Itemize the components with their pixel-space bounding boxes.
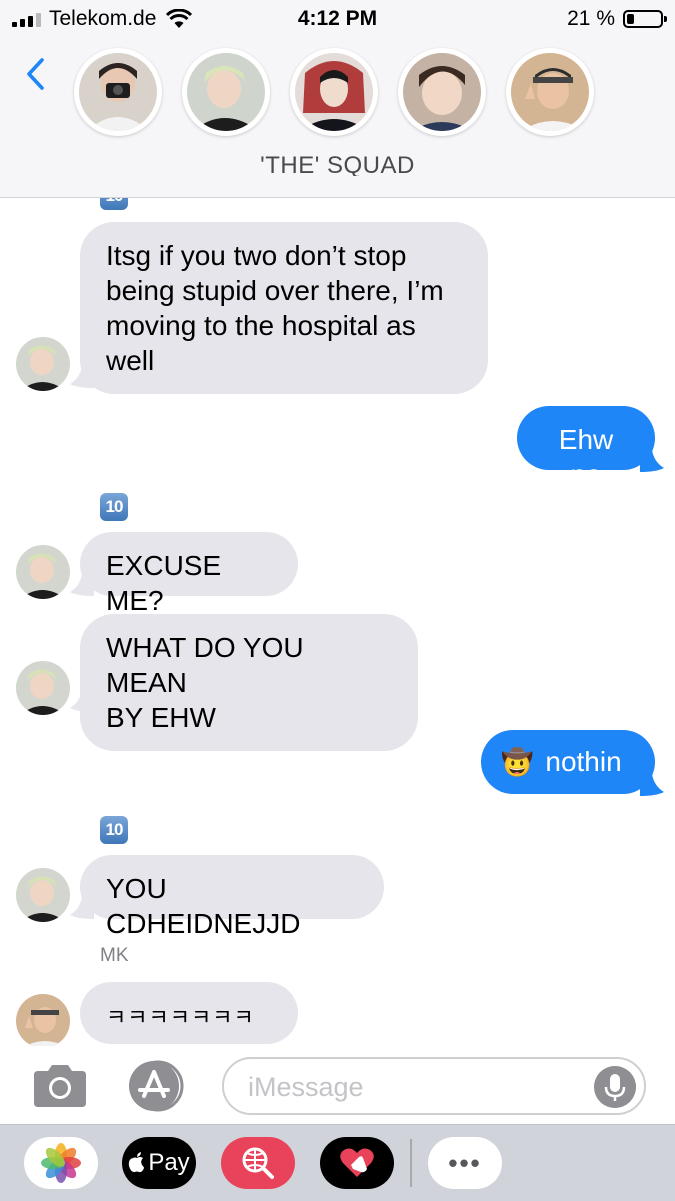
status-bar: Telekom.de 4:12 PM 21 % bbox=[0, 0, 675, 38]
heart-touch-icon bbox=[340, 1148, 374, 1177]
battery-percentage: 21 % bbox=[567, 7, 615, 30]
member-photo-2 bbox=[187, 53, 265, 131]
member-photo-4 bbox=[403, 53, 481, 131]
conversation-header: Telekom.de 4:12 PM 21 % 'THE' SQUAD bbox=[0, 0, 675, 197]
group-avatars[interactable] bbox=[74, 48, 594, 142]
apple-pay-button[interactable]: Pay bbox=[122, 1137, 196, 1189]
message-input[interactable] bbox=[246, 1069, 590, 1105]
message-line: WHAT DO YOU MEAN bbox=[106, 632, 304, 698]
cowboy-emoji: 🤠 bbox=[501, 747, 534, 777]
message-text: YOU CDHEIDNEJJD bbox=[106, 873, 301, 939]
message-text: nothin bbox=[545, 746, 622, 777]
keycap-ten-emoji: 10 bbox=[100, 816, 128, 844]
incoming-message[interactable]: ㅋㅋㅋㅋㅋㅋㅋ bbox=[80, 982, 298, 1044]
member-photo-3 bbox=[295, 53, 373, 131]
message-text: ㅋㅋㅋㅋㅋㅋㅋ bbox=[106, 1005, 255, 1030]
message-text: EXCUSE ME? bbox=[106, 550, 222, 616]
incoming-message[interactable]: WHAT DO YOU MEAN BY EHW bbox=[80, 614, 418, 751]
member-photo-1 bbox=[79, 53, 157, 131]
bubble-tail bbox=[70, 366, 94, 388]
message-text: Ehw no bbox=[558, 424, 614, 490]
member-avatar-4[interactable] bbox=[398, 48, 486, 136]
message-line: BY EHW bbox=[106, 702, 216, 733]
imessage-field[interactable] bbox=[222, 1057, 646, 1115]
back-chevron-icon[interactable] bbox=[22, 54, 52, 94]
header-bottom-edge bbox=[0, 176, 675, 198]
message-line: being stupid over there, I’m bbox=[106, 275, 444, 306]
message-line: Itsg if you two don’t stop bbox=[106, 240, 407, 271]
incoming-message[interactable]: Itsg if you two don’t stop being stupid … bbox=[80, 222, 488, 394]
photos-app-button[interactable] bbox=[24, 1137, 98, 1189]
more-icon: ••• bbox=[448, 1147, 482, 1178]
member-avatar-1[interactable] bbox=[74, 48, 162, 136]
sender-avatar[interactable] bbox=[16, 994, 70, 1048]
message-line: well bbox=[106, 345, 155, 376]
member-avatar-5[interactable] bbox=[506, 48, 594, 136]
bubble-tail bbox=[70, 574, 94, 596]
outgoing-message[interactable]: 🤠 nothin bbox=[481, 730, 655, 794]
incoming-message[interactable]: YOU CDHEIDNEJJD bbox=[80, 855, 384, 939]
member-avatar-2[interactable] bbox=[182, 48, 270, 136]
message-line: moving to the hospital as bbox=[106, 310, 416, 341]
camera-icon[interactable] bbox=[30, 1063, 90, 1109]
sender-avatar[interactable] bbox=[16, 337, 70, 391]
photos-icon bbox=[41, 1143, 81, 1183]
bubble-tail bbox=[70, 897, 94, 919]
outgoing-message[interactable]: Ehw no bbox=[517, 406, 655, 490]
apple-pay-label: Pay bbox=[148, 1149, 190, 1176]
bubble-tail bbox=[640, 774, 664, 796]
status-right: 21 % bbox=[567, 7, 667, 31]
image-search-app-button[interactable] bbox=[221, 1137, 295, 1189]
apple-logo-icon bbox=[129, 1152, 145, 1173]
app-drawer: Pay ••• bbox=[0, 1124, 675, 1201]
globe-search-icon bbox=[242, 1147, 274, 1179]
member-avatar-3[interactable] bbox=[290, 48, 378, 136]
more-apps-button[interactable]: ••• bbox=[428, 1137, 502, 1189]
sender-avatar[interactable] bbox=[16, 661, 70, 715]
bubble-tail bbox=[640, 450, 664, 472]
sender-avatar[interactable] bbox=[16, 868, 70, 922]
member-photo-5 bbox=[511, 53, 589, 131]
keycap-ten-emoji: 10 bbox=[100, 493, 128, 521]
drawer-divider bbox=[410, 1139, 412, 1187]
battery-fill bbox=[627, 14, 634, 24]
incoming-message[interactable]: EXCUSE ME? bbox=[80, 532, 298, 616]
battery-icon bbox=[623, 10, 667, 28]
sender-avatar[interactable] bbox=[16, 545, 70, 599]
microphone-icon[interactable] bbox=[594, 1066, 636, 1108]
digital-touch-app-button[interactable] bbox=[320, 1137, 394, 1189]
bubble-tail bbox=[70, 690, 94, 712]
app-store-icon[interactable] bbox=[124, 1058, 190, 1114]
sender-name: MK bbox=[100, 945, 129, 966]
